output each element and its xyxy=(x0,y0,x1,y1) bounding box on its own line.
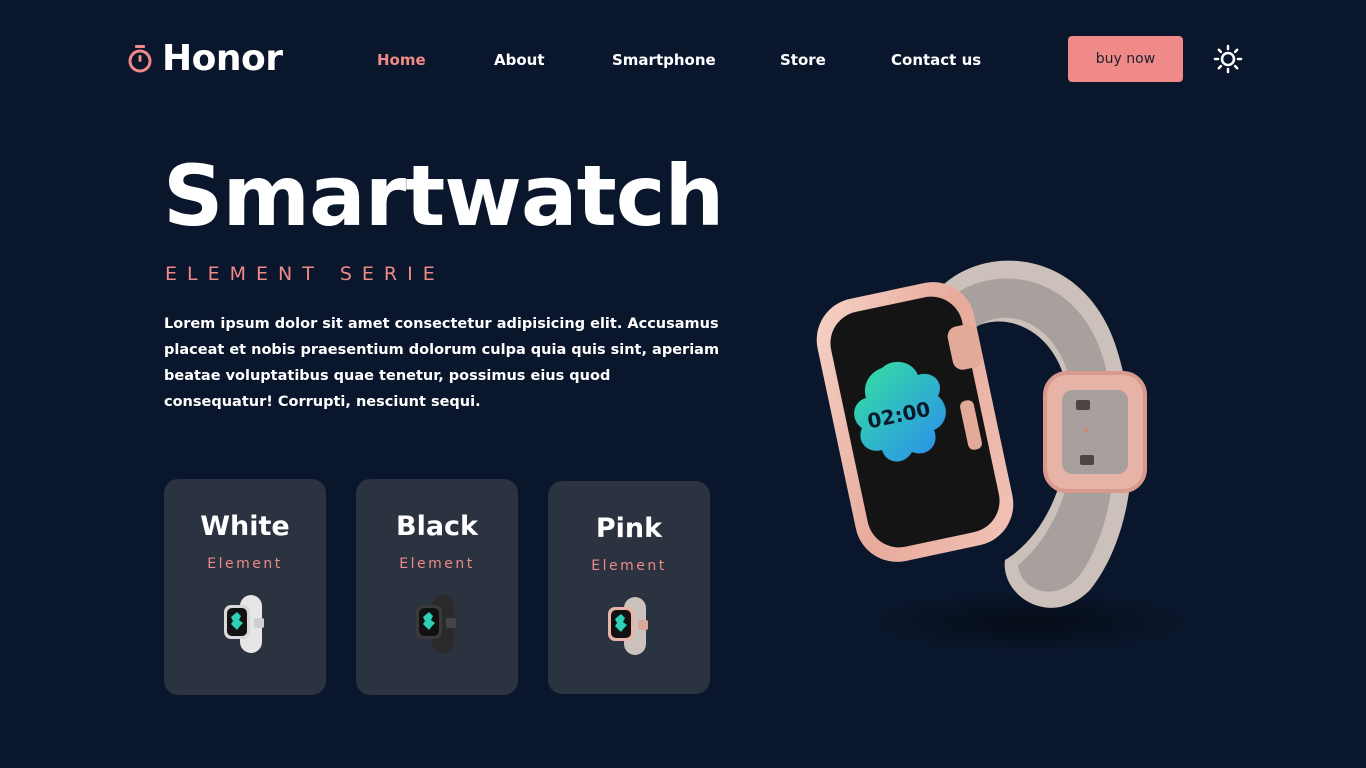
color-card-black[interactable]: Black Element xyxy=(356,479,518,695)
nav-item-store[interactable]: Store xyxy=(780,50,826,70)
nav-item-home[interactable]: Home xyxy=(377,50,426,70)
buy-now-button[interactable]: buy now xyxy=(1068,36,1183,82)
card-title: Black xyxy=(395,511,478,542)
main-nav: Home About Smartphone Store Contact us xyxy=(0,50,1000,70)
nav-item-smartphone[interactable]: Smartphone xyxy=(612,50,716,70)
card-title: White xyxy=(200,511,290,542)
nav-item-contact-us[interactable]: Contact us xyxy=(891,50,981,70)
card-subtitle: Element xyxy=(399,556,475,572)
card-subtitle: Element xyxy=(591,558,667,574)
color-card-pink[interactable]: Pink Element xyxy=(548,481,710,694)
nav-item-about[interactable]: About xyxy=(494,50,545,70)
header: Honor Home About Smartphone Store Contac… xyxy=(0,0,1366,120)
hero-subtitle: ELEMENT SERIE xyxy=(165,263,445,285)
card-title: Pink xyxy=(595,513,663,544)
color-card-white[interactable]: White Element xyxy=(164,479,326,695)
hero-title: Smartwatch xyxy=(163,147,724,245)
card-subtitle: Element xyxy=(207,556,283,572)
watch-thumbnail-pink xyxy=(608,597,648,655)
hero-description: Lorem ipsum dolor sit amet consectetur a… xyxy=(164,316,720,410)
watch-thumbnail-black xyxy=(416,595,456,653)
watch-thumbnail-white xyxy=(224,595,264,653)
smartwatch-product-image: 02:00 xyxy=(816,260,1190,652)
sun-icon[interactable] xyxy=(1213,44,1243,74)
